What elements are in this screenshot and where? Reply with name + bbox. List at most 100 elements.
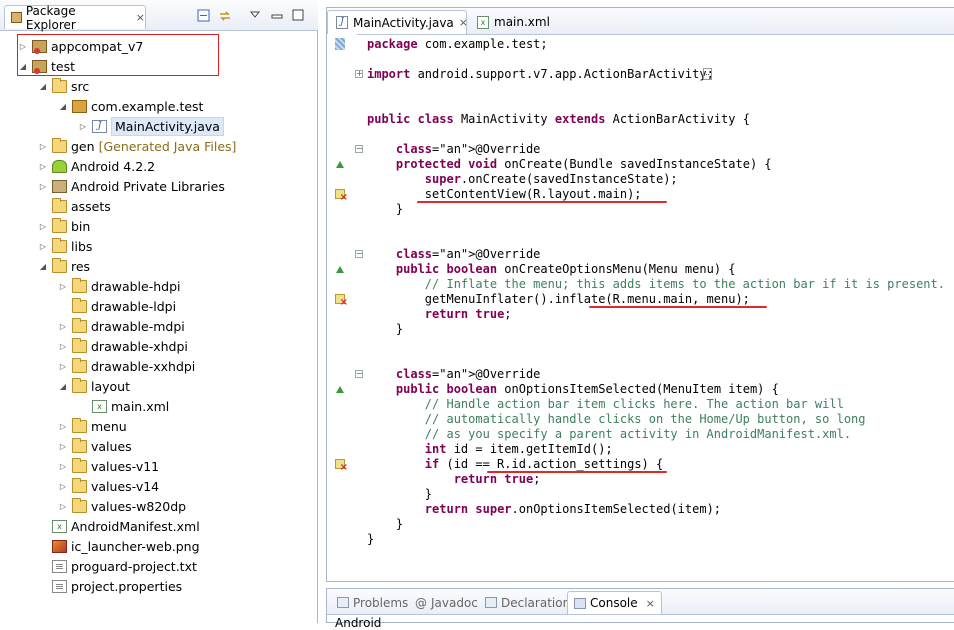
tab-problems[interactable]: Problems <box>331 591 414 614</box>
tree-item-android-4-2-2[interactable]: ▷ Android 4.2.2 <box>38 156 155 176</box>
code-area[interactable]: package com.example.test; import android.… <box>367 34 954 581</box>
collapse-fold-icon[interactable]: − <box>355 370 363 378</box>
tab-main-xml[interactable]: x main.xml <box>469 10 559 34</box>
code-line: int id = item.getItemId(); <box>424 442 613 456</box>
tree-item-androidmanifest-xml[interactable]: x AndroidManifest.xml <box>38 516 200 536</box>
error-marker-icon <box>335 189 348 203</box>
tree-item-ic-launcher-web-png[interactable]: ic_launcher-web.png <box>38 536 200 556</box>
package-explorer-tabbar: Package Explorer × <box>0 0 318 32</box>
tree-item-main-xml[interactable]: x main.xml <box>78 396 169 416</box>
collapse-fold-icon[interactable]: − <box>355 145 363 153</box>
tree-item-drawable-xxhdpi[interactable]: ▷ drawable-xxhdpi <box>58 356 195 376</box>
code-line: // Inflate the menu; this adds items to … <box>424 277 945 291</box>
tree-item-label: values-v14 <box>91 478 160 494</box>
folder-icon <box>52 197 67 213</box>
tree-item-label: values <box>91 438 132 454</box>
expand-arrow-icon[interactable]: ▷ <box>58 462 68 471</box>
code-line: } <box>367 517 404 531</box>
folder-icon <box>72 297 87 313</box>
expand-arrow-icon[interactable]: ▷ <box>58 422 68 431</box>
tree-item-drawable-xhdpi[interactable]: ▷ drawable-xhdpi <box>58 336 188 356</box>
tree-item-project-properties[interactable]: project.properties <box>38 576 182 596</box>
tab-label: MainActivity.java <box>353 15 454 30</box>
code-line: getMenuInflater().inflate(R.menu.main, m… <box>367 292 750 306</box>
expand-arrow-icon[interactable]: ▷ <box>58 282 68 291</box>
image-file-icon <box>52 539 67 553</box>
expand-fold-icon[interactable]: + <box>355 70 363 78</box>
close-icon[interactable]: × <box>136 11 145 24</box>
expand-arrow-icon[interactable]: ▷ <box>58 502 68 511</box>
close-icon[interactable]: × <box>459 16 468 29</box>
tree-item-com-example-test[interactable]: ◢ com.example.test <box>58 96 204 116</box>
expand-arrow-icon[interactable]: ▷ <box>38 182 48 191</box>
minimize-icon[interactable] <box>270 9 284 23</box>
collapse-all-icon[interactable] <box>196 9 210 23</box>
expand-arrow-icon[interactable]: ▷ <box>38 242 48 251</box>
expand-arrow-icon[interactable]: ▷ <box>58 342 68 351</box>
package-explorer-title: Package Explorer <box>25 3 76 32</box>
override-marker-icon <box>336 161 344 168</box>
tab-mainactivity-java[interactable]: J MainActivity.java × <box>327 10 468 34</box>
tree-item-mainactivity-java[interactable]: ▷ J MainActivity.java <box>78 116 224 136</box>
code-line: if (id == R.id.action_settings) { <box>424 457 664 471</box>
java-file-icon: J <box>92 119 107 133</box>
code-line: class="an">@Override <box>395 367 541 381</box>
collapse-arrow-icon[interactable]: ◢ <box>38 262 48 271</box>
tree-item-values-v14[interactable]: ▷ values-v14 <box>58 476 159 496</box>
link-with-editor-icon[interactable] <box>218 9 232 23</box>
collapse-arrow-icon[interactable]: ◢ <box>58 382 68 391</box>
error-underline <box>417 201 667 203</box>
tree-item-values-v11[interactable]: ▷ values-v11 <box>58 456 159 476</box>
tree-item-label: res <box>71 258 91 274</box>
current-line-marker <box>335 38 345 50</box>
tree-item-label: src <box>71 78 90 94</box>
tree-item-drawable-hdpi[interactable]: ▷ drawable-hdpi <box>58 276 181 296</box>
tree-item-menu[interactable]: ▷ menu <box>58 416 127 436</box>
maximize-icon[interactable] <box>291 9 305 23</box>
expand-arrow-icon[interactable]: ▷ <box>58 362 68 371</box>
view-menu-icon[interactable] <box>248 9 262 23</box>
tab-console[interactable]: Console × <box>567 591 662 614</box>
tree-item-drawable-ldpi[interactable]: drawable-ldpi <box>58 296 176 316</box>
override-marker-icon <box>336 266 344 273</box>
collapse-fold-icon[interactable]: − <box>355 250 363 258</box>
package-explorer-icon <box>11 12 22 23</box>
folded-import-marker[interactable]: .. <box>703 68 712 80</box>
collapse-arrow-icon[interactable]: ◢ <box>58 102 68 111</box>
tree-item-src[interactable]: ◢ src <box>38 76 89 96</box>
tab-label: main.xml <box>494 15 550 29</box>
tree-item-label: Android Private Libraries <box>71 178 225 194</box>
text-file-icon <box>52 579 67 593</box>
expand-arrow-icon[interactable]: ▷ <box>78 122 88 131</box>
tree-item-res[interactable]: ◢ res <box>38 256 90 276</box>
tree-item-bin[interactable]: ▷ bin <box>38 216 90 236</box>
tab-label: Problems <box>353 595 409 610</box>
expand-arrow-icon[interactable]: ▷ <box>58 482 68 491</box>
expand-arrow-icon[interactable]: ▷ <box>58 322 68 331</box>
tab-declaration[interactable]: Declaration <box>479 591 576 614</box>
expand-arrow-icon[interactable]: ▷ <box>38 222 48 231</box>
expand-arrow-icon[interactable]: ▷ <box>58 442 68 451</box>
tree-item-values-w820dp[interactable]: ▷ values-w820dp <box>58 496 186 516</box>
folder-icon <box>52 257 67 273</box>
tree-item-label: drawable-hdpi <box>91 278 181 294</box>
code-line: class="an">@Override <box>395 142 541 156</box>
expand-arrow-icon[interactable]: ▷ <box>38 162 48 171</box>
tree-item-drawable-mdpi[interactable]: ▷ drawable-mdpi <box>58 316 185 336</box>
tree-item-proguard-project-txt[interactable]: proguard-project.txt <box>38 556 197 576</box>
expand-arrow-icon[interactable]: ▷ <box>38 142 48 151</box>
tree-item-assets[interactable]: assets <box>38 196 111 216</box>
close-icon[interactable]: × <box>646 597 655 610</box>
package-explorer-tab[interactable]: Package Explorer × <box>4 3 146 32</box>
tree-item-gen[interactable]: ▷ gen [Generated Java Files] <box>38 136 236 156</box>
collapse-arrow-icon[interactable]: ◢ <box>38 82 48 91</box>
tab-javadoc[interactable]: @ Javadoc <box>409 591 484 614</box>
tree-item-libs[interactable]: ▷ libs <box>38 236 92 256</box>
tree-item-values[interactable]: ▷ values <box>58 436 132 456</box>
tree-item-layout[interactable]: ◢ layout <box>58 376 130 396</box>
folder-icon <box>52 137 67 153</box>
tree-item-label: gen <box>71 138 95 154</box>
folder-icon <box>72 357 87 373</box>
tree-item-label: libs <box>71 238 93 254</box>
tree-item-android-private-libraries[interactable]: ▷ Android Private Libraries <box>38 176 225 196</box>
